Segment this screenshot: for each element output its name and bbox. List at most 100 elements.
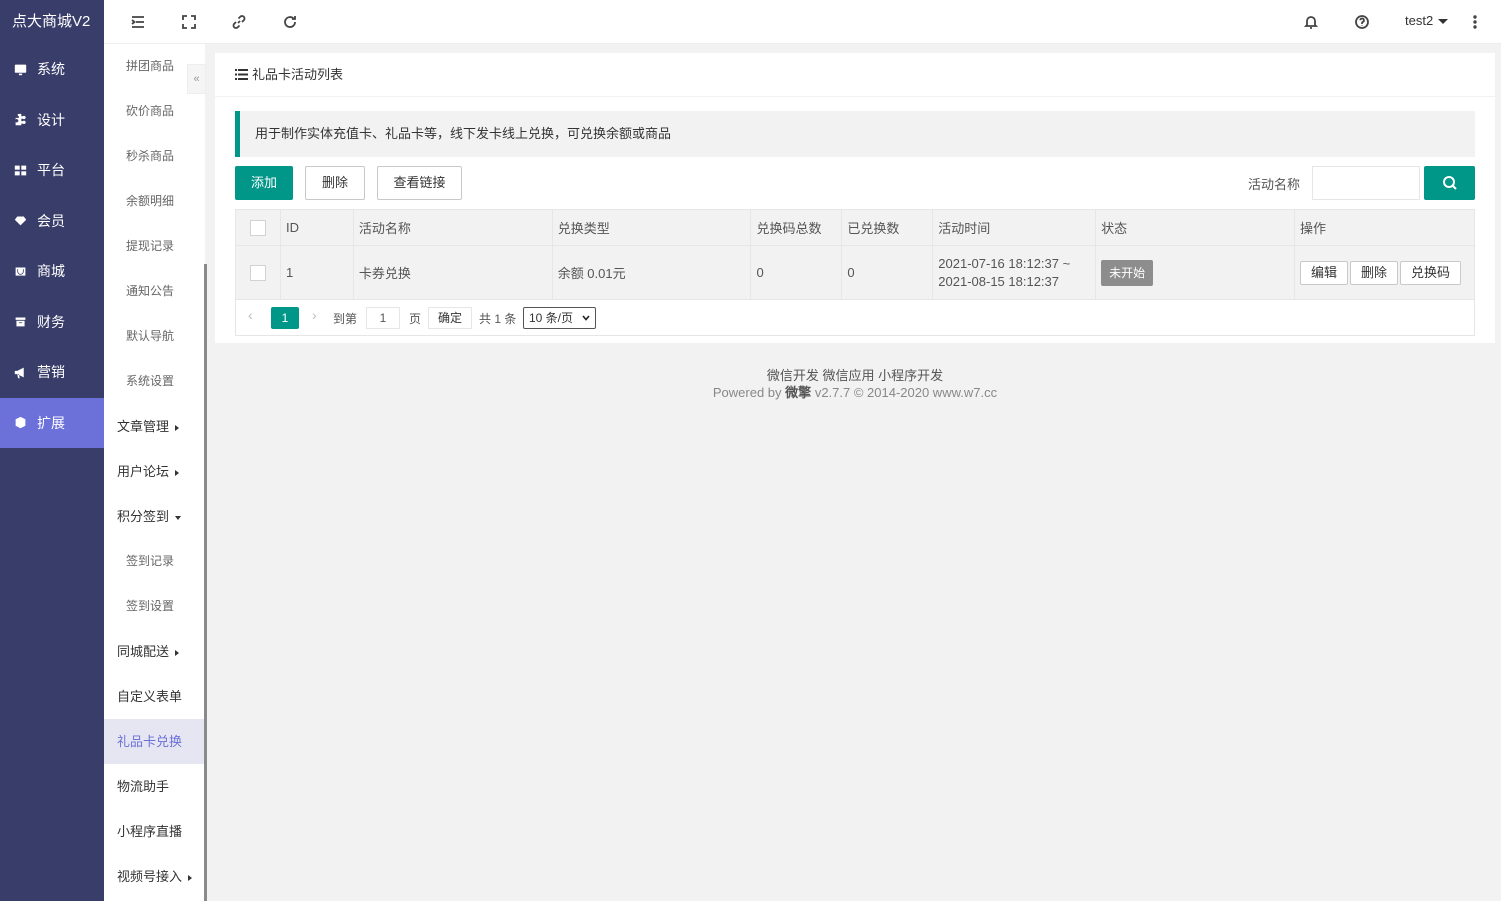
page-unit-label: 页 bbox=[409, 312, 422, 326]
cell-redeemed: 0 bbox=[841, 245, 934, 300]
cell-actions: 编辑 删除 兑换码 bbox=[1293, 245, 1476, 300]
sub-menu-item-giftcard[interactable]: 礼品卡兑换 bbox=[104, 719, 205, 764]
column-header[interactable]: 活动时间 bbox=[932, 209, 1097, 246]
store-icon bbox=[13, 264, 27, 278]
prev-page-button[interactable]: ‹ bbox=[248, 307, 253, 323]
sub-menu-group-label: 视频号接入 bbox=[117, 869, 183, 884]
menu-fold-icon[interactable] bbox=[130, 14, 146, 30]
total-count: 共 1 条 bbox=[479, 312, 517, 326]
refresh-icon[interactable] bbox=[282, 14, 298, 30]
activity-name-search-input[interactable] bbox=[1312, 166, 1420, 200]
goto-confirm-button[interactable]: 确定 bbox=[428, 307, 473, 329]
row-checkbox[interactable] bbox=[250, 264, 266, 281]
sub-menu-item[interactable]: 系统设置 bbox=[104, 359, 205, 404]
page-size-value: 10 条/页 bbox=[529, 311, 574, 325]
bell-icon[interactable] bbox=[1303, 14, 1319, 30]
row-delete-button[interactable]: 删除 bbox=[1349, 260, 1398, 285]
sub-menu-group-delivery[interactable]: 同城配送 bbox=[104, 629, 205, 674]
page-size-select[interactable]: 10 条/页 bbox=[523, 307, 596, 329]
wallet-icon bbox=[13, 315, 27, 329]
main-menu-label: 扩展 bbox=[37, 414, 65, 431]
sub-menu-group-label: 积分签到 bbox=[117, 509, 170, 524]
sub-menu-item[interactable]: 砍价商品 bbox=[104, 89, 205, 134]
column-header[interactable]: 兑换类型 bbox=[551, 209, 752, 246]
monitor-icon bbox=[13, 62, 27, 76]
search-label: 活动名称 bbox=[1248, 177, 1301, 192]
column-header[interactable]: 兑换码总数 bbox=[750, 209, 843, 246]
view-link-button[interactable]: 查看链接 bbox=[377, 166, 462, 200]
table-header-row: ID 活动名称 兑换类型 兑换码总数 已兑换数 活动时间 状态 操作 bbox=[235, 209, 1476, 246]
card-header: 礼品卡活动列表 bbox=[215, 53, 1495, 97]
main-menu-item-system[interactable]: 系统 bbox=[0, 44, 104, 95]
cell-name: 卡券兑换 bbox=[352, 245, 553, 300]
sub-menu-item[interactable]: 通知公告 bbox=[104, 269, 205, 314]
edit-button[interactable]: 编辑 bbox=[1299, 260, 1348, 285]
main-menu-item-finance[interactable]: 财务 bbox=[0, 297, 104, 348]
sub-menu-group-label: 文章管理 bbox=[117, 419, 170, 434]
select-all-checkbox[interactable] bbox=[250, 219, 266, 236]
sub-menu-item[interactable]: 签到记录 bbox=[104, 539, 205, 584]
main-menu-item-marketing[interactable]: 营销 bbox=[0, 347, 104, 398]
caret-down-icon bbox=[175, 515, 182, 520]
sub-menu-item[interactable]: 余额明细 bbox=[104, 179, 205, 224]
column-header[interactable]: 操作 bbox=[1293, 209, 1476, 246]
goto-page-input[interactable]: 1 bbox=[366, 307, 400, 329]
footer: 微信开发 微信应用 小程序开发 Powered by 微擎 v2.7.7 © 2… bbox=[215, 367, 1495, 401]
footer-brand[interactable]: 微擎 bbox=[785, 385, 811, 400]
user-menu[interactable]: test2 bbox=[1405, 13, 1449, 28]
main-menu-item-member[interactable]: 会员 bbox=[0, 196, 104, 247]
column-header[interactable]: ID bbox=[279, 209, 354, 246]
cell-status: 未开始 bbox=[1095, 245, 1295, 300]
diamond-icon bbox=[13, 214, 27, 228]
username: test2 bbox=[1405, 13, 1434, 28]
current-page[interactable]: 1 bbox=[271, 307, 299, 329]
list-icon bbox=[235, 69, 248, 80]
main-menu-label: 设计 bbox=[37, 111, 65, 128]
main-menu-item-platform[interactable]: 平台 bbox=[0, 145, 104, 196]
caret-right-icon bbox=[188, 874, 193, 881]
sub-menu-item[interactable]: 提现记录 bbox=[104, 224, 205, 269]
collapse-sidebar-button[interactable]: « bbox=[187, 64, 206, 94]
main-menu-item-extension[interactable]: 扩展 bbox=[0, 397, 104, 448]
footer-version: v2.7.7 © 2014-2020 www.w7.cc bbox=[814, 385, 998, 400]
main-menu-item-design[interactable]: 设计 bbox=[0, 95, 104, 146]
more-vertical-icon[interactable] bbox=[1467, 14, 1483, 30]
megaphone-icon bbox=[13, 365, 27, 379]
sub-menu-item-logistics[interactable]: 物流助手 bbox=[104, 764, 205, 809]
main-sidebar: 点大商城V2 系统 设计 平台 会员 商城 财务 营销 扩展 bbox=[0, 0, 104, 901]
help-icon[interactable] bbox=[1354, 14, 1370, 30]
sub-menu-group-article[interactable]: 文章管理 bbox=[104, 404, 205, 449]
grid-icon bbox=[13, 163, 27, 177]
tip-banner: 用于制作实体充值卡、礼品卡等，线下发卡线上兑换，可兑换余额或商品 bbox=[235, 111, 1475, 157]
fullscreen-icon[interactable] bbox=[181, 14, 197, 30]
column-header[interactable]: 活动名称 bbox=[352, 209, 553, 246]
main-menu-item-mall[interactable]: 商城 bbox=[0, 246, 104, 297]
sub-menu-item[interactable]: 默认导航 bbox=[104, 314, 205, 359]
puzzle-icon bbox=[13, 113, 27, 127]
column-header[interactable]: 已兑换数 bbox=[841, 209, 934, 246]
delete-button[interactable]: 删除 bbox=[305, 166, 365, 200]
sub-menu-item-custom-form[interactable]: 自定义表单 bbox=[104, 674, 205, 719]
sub-sidebar-scrollbar[interactable] bbox=[204, 264, 207, 901]
pagination: ‹ 1 › 到第 1 页 确定 共 1 条 10 条/页 bbox=[235, 299, 1475, 336]
search-button[interactable] bbox=[1424, 166, 1475, 200]
add-button[interactable]: 添加 bbox=[235, 166, 293, 200]
brand-logo: 点大商城V2 bbox=[12, 13, 91, 30]
double-chevron-left-icon: « bbox=[193, 73, 200, 85]
search-icon bbox=[1442, 176, 1457, 190]
redeem-codes-button[interactable]: 兑换码 bbox=[1399, 260, 1461, 285]
sub-menu-item-miniapp-live[interactable]: 小程序直播 bbox=[104, 809, 205, 854]
caret-down-icon bbox=[1438, 19, 1449, 25]
next-page-button[interactable]: › bbox=[312, 307, 317, 323]
column-header[interactable]: 状态 bbox=[1095, 209, 1295, 246]
sub-menu-group-forum[interactable]: 用户论坛 bbox=[104, 449, 205, 494]
sub-menu-group-channels[interactable]: 视频号接入 bbox=[104, 854, 205, 899]
sub-menu-item[interactable]: 秒杀商品 bbox=[104, 134, 205, 179]
sub-menu-group-signin[interactable]: 积分签到 bbox=[104, 494, 205, 539]
giftcard-activity-table: ID 活动名称 兑换类型 兑换码总数 已兑换数 活动时间 状态 操作 1 卡券兑… bbox=[235, 209, 1476, 300]
cell-time: 2021-07-16 18:12:37 ~ 2021-08-15 18:12:3… bbox=[932, 245, 1097, 300]
footer-links: 微信开发 微信应用 小程序开发 bbox=[766, 368, 944, 383]
link-icon[interactable] bbox=[231, 14, 247, 30]
caret-right-icon bbox=[175, 649, 180, 656]
sub-menu-item[interactable]: 签到设置 bbox=[104, 584, 205, 629]
